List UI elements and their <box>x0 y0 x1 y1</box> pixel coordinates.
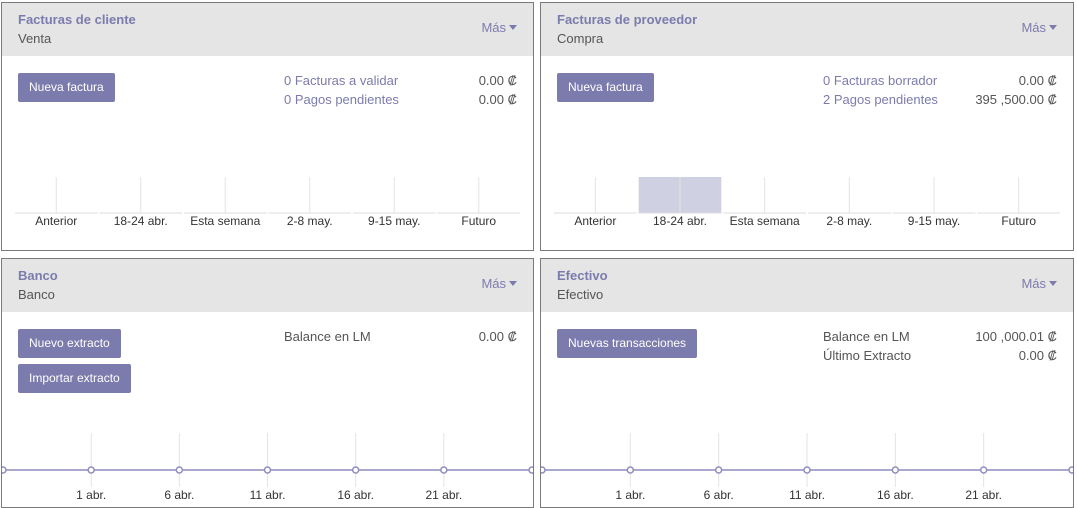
chart-point <box>2 466 7 474</box>
balance-value: 100 ,000.01 ₡ <box>975 329 1057 344</box>
chart-tick-label: 21 abr. <box>425 488 462 502</box>
invoices-to-validate-value: 0.00 ₡ <box>478 73 517 88</box>
last-statement-label: Último Extracto <box>823 348 912 363</box>
card-header: Facturas de proveedor Compra Más <box>541 3 1073 56</box>
chart-tick-label: 9-15 may. <box>368 214 420 228</box>
card-subtitle: Banco <box>18 287 55 302</box>
chart-tick-label: 21 abr. <box>965 488 1002 502</box>
chart-tick-label: 16 abr. <box>877 488 914 502</box>
chart-point <box>979 466 988 474</box>
more-dropdown[interactable]: Más <box>1021 20 1057 35</box>
chart-tick-label: 6 abr. <box>164 488 194 502</box>
chart-point <box>714 466 723 474</box>
chart-tick-label: Anterior <box>574 214 616 228</box>
card-title[interactable]: Efectivo <box>557 268 608 283</box>
pending-payments-link[interactable]: 0 Pagos pendientes <box>284 92 399 107</box>
card-subtitle: Compra <box>557 31 604 46</box>
balance-value: 0.00 ₡ <box>478 329 517 344</box>
new-statement-button[interactable]: Nuevo extracto <box>18 329 121 358</box>
caret-down-icon <box>509 25 517 30</box>
chart-tick-label: 2-8 may. <box>287 214 333 228</box>
chart-point <box>803 466 811 474</box>
more-label: Más <box>481 276 506 291</box>
pending-payments-value: 0.00 ₡ <box>478 92 517 107</box>
chart-tick-label: 11 abr. <box>250 488 286 502</box>
more-dropdown[interactable]: Más <box>481 276 517 291</box>
vendor-bills-card: Facturas de proveedor Compra Más Nueva f… <box>540 2 1074 251</box>
chart-tick-label: Futuro <box>1001 214 1036 228</box>
pending-payments-link[interactable]: 2 Pagos pendientes <box>823 92 938 107</box>
new-bill-button[interactable]: Nueva factura <box>557 73 654 102</box>
chart-point <box>528 466 533 474</box>
card-title[interactable]: Banco <box>18 268 58 283</box>
chart-tick-label: Esta semana <box>190 214 260 228</box>
bank-line-chart[interactable]: 1 abr. 6 abr. 11 abr. 16 abr. 21 abr. <box>2 427 533 503</box>
cash-line-chart[interactable]: 1 abr. 6 abr. 11 abr. 16 abr. 21 abr. <box>541 427 1073 503</box>
more-dropdown[interactable]: Más <box>1021 276 1057 291</box>
more-label: Más <box>1021 20 1046 35</box>
more-label: Más <box>1021 276 1046 291</box>
card-header: Facturas de cliente Venta Más <box>2 3 533 56</box>
chart-tick-label: 9-15 may. <box>908 214 960 228</box>
invoices-to-validate-link[interactable]: 0 Facturas a validar <box>284 73 398 88</box>
cash-card: Efectivo Efectivo Más Nuevas transaccion… <box>540 258 1074 508</box>
card-subtitle: Venta <box>18 31 52 46</box>
caret-down-icon <box>1049 281 1057 286</box>
chart-point <box>541 466 546 474</box>
pending-payments-value: 395 ,500.00 ₡ <box>975 92 1057 107</box>
caret-down-icon <box>509 281 517 286</box>
card-subtitle: Efectivo <box>557 287 604 302</box>
more-dropdown[interactable]: Más <box>481 20 517 35</box>
chart-tick-label: Esta semana <box>730 214 800 228</box>
bank-card: Banco Banco Más Nuevo extracto Importar … <box>1 258 534 508</box>
chart-tick-label: 1 abr. <box>615 488 645 502</box>
card-title[interactable]: Facturas de cliente <box>18 12 136 27</box>
vendor-bills-bar-chart[interactable]: Anterior 18-24 abr. Esta semana 2-8 may. 9-1… <box>541 171 1073 251</box>
more-label: Más <box>481 20 506 35</box>
caret-down-icon <box>1049 25 1057 30</box>
chart-tick-label: 1 abr. <box>76 488 106 502</box>
new-transactions-button[interactable]: Nuevas transacciones <box>557 329 698 358</box>
chart-tick-label: 16 abr. <box>337 488 374 502</box>
chart-point <box>263 466 272 474</box>
balance-label: Balance en LM <box>823 329 910 344</box>
customer-invoices-bar-chart[interactable]: Anterior 18-24 abr. Esta semana 2-8 may. 9-1… <box>2 171 533 251</box>
import-statement-button[interactable]: Importar extracto <box>18 364 131 393</box>
customer-invoices-card: Facturas de cliente Venta Más Nueva fact… <box>1 2 534 251</box>
draft-bills-value: 0.00 ₡ <box>1018 73 1057 88</box>
chart-tick-label: 11 abr. <box>789 488 825 502</box>
chart-point <box>351 466 360 474</box>
last-statement-value: 0.00 ₡ <box>1018 348 1057 363</box>
chart-tick-label: 2-8 may. <box>826 214 872 228</box>
chart-point <box>440 466 448 474</box>
chart-tick-label: 18-24 abr. <box>653 214 707 228</box>
card-header: Efectivo Efectivo Más <box>541 259 1073 312</box>
chart-tick-label: 6 abr. <box>704 488 734 502</box>
chart-point <box>891 466 900 474</box>
draft-bills-link[interactable]: 0 Facturas borrador <box>823 73 937 88</box>
card-title[interactable]: Facturas de proveedor <box>557 12 697 27</box>
chart-point <box>87 466 95 474</box>
chart-tick-label: 18-24 abr. <box>114 214 168 228</box>
chart-tick-label: Anterior <box>35 214 77 228</box>
chart-tick-label: Futuro <box>461 214 496 228</box>
chart-point <box>175 466 184 474</box>
chart-point <box>626 466 635 474</box>
chart-point <box>1068 466 1073 474</box>
card-header: Banco Banco Más <box>2 259 533 312</box>
new-invoice-button[interactable]: Nueva factura <box>18 73 115 102</box>
balance-label: Balance en LM <box>284 329 371 344</box>
